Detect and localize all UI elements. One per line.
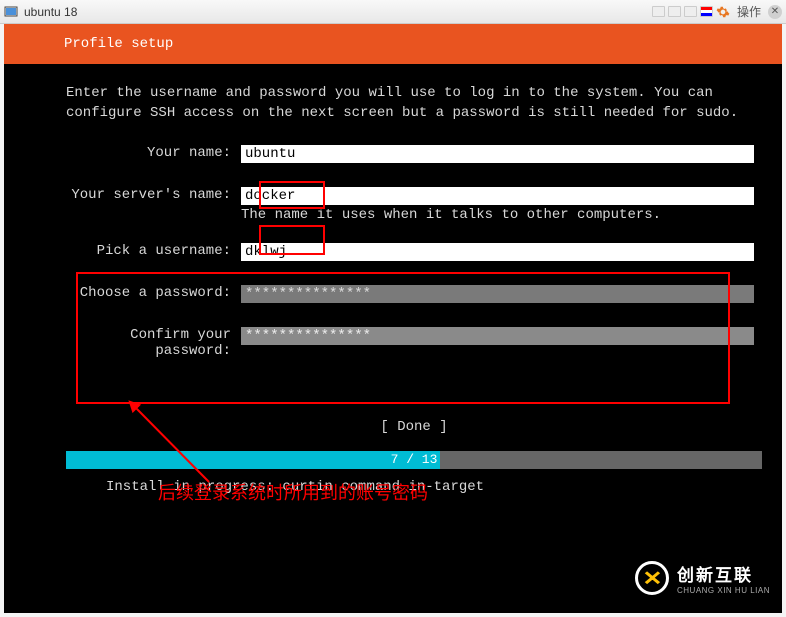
confirm-label: Confirm your password: bbox=[66, 327, 241, 359]
row-confirm: Confirm your password: *************** bbox=[66, 327, 762, 359]
gear-icon[interactable] bbox=[716, 5, 730, 19]
server-input[interactable]: docker bbox=[241, 187, 754, 205]
row-username: Pick a username: dklwj bbox=[66, 243, 762, 261]
titlebar-ctrl-icon[interactable] bbox=[668, 6, 681, 17]
confirm-input[interactable]: *************** bbox=[241, 327, 754, 345]
titlebar-ctrl-icon[interactable] bbox=[652, 6, 665, 17]
server-label: Your server's name: bbox=[66, 187, 241, 203]
action-label[interactable]: 操作 bbox=[737, 3, 761, 20]
terminal-screen: Profile setup Enter the username and pas… bbox=[4, 24, 782, 613]
watermark-en: CHUANG XIN HU LIAN bbox=[677, 586, 770, 595]
window-titlebar: ubuntu 18 操作 ✕ bbox=[0, 0, 786, 24]
name-label: Your name: bbox=[66, 145, 241, 161]
window-title: ubuntu 18 bbox=[24, 5, 652, 19]
watermark-logo-icon: ✕ bbox=[635, 561, 669, 595]
progress-label: 7 / 13 bbox=[66, 451, 762, 469]
watermark: ✕ 创新互联 CHUANG XIN HU LIAN bbox=[635, 561, 770, 595]
done-button[interactable]: [ Done ] bbox=[66, 419, 762, 435]
form-content: Enter the username and password you will… bbox=[4, 64, 782, 495]
password-label: Choose a password: bbox=[66, 285, 241, 301]
page-title: Profile setup bbox=[4, 24, 782, 64]
close-icon[interactable]: ✕ bbox=[768, 5, 782, 19]
description-text: Enter the username and password you will… bbox=[66, 84, 762, 123]
watermark-cn: 创新互联 bbox=[677, 561, 770, 586]
progress-bar: 7 / 13 bbox=[66, 451, 762, 469]
install-status: Install in progress: curtin command in-t… bbox=[66, 469, 762, 495]
name-input[interactable]: ubuntu bbox=[241, 145, 754, 163]
server-helper-text: The name it uses when it talks to other … bbox=[241, 207, 754, 223]
vm-icon bbox=[4, 5, 18, 19]
username-input[interactable]: dklwj bbox=[241, 243, 754, 261]
row-your-name: Your name: ubuntu bbox=[66, 145, 762, 163]
titlebar-ctrl-icon[interactable] bbox=[700, 6, 713, 17]
window-controls: 操作 ✕ bbox=[652, 3, 782, 20]
username-label: Pick a username: bbox=[66, 243, 241, 259]
titlebar-ctrl-icon[interactable] bbox=[684, 6, 697, 17]
row-server-name: Your server's name: docker The name it u… bbox=[66, 187, 762, 223]
row-password: Choose a password: *************** bbox=[66, 285, 762, 303]
password-input[interactable]: *************** bbox=[241, 285, 754, 303]
